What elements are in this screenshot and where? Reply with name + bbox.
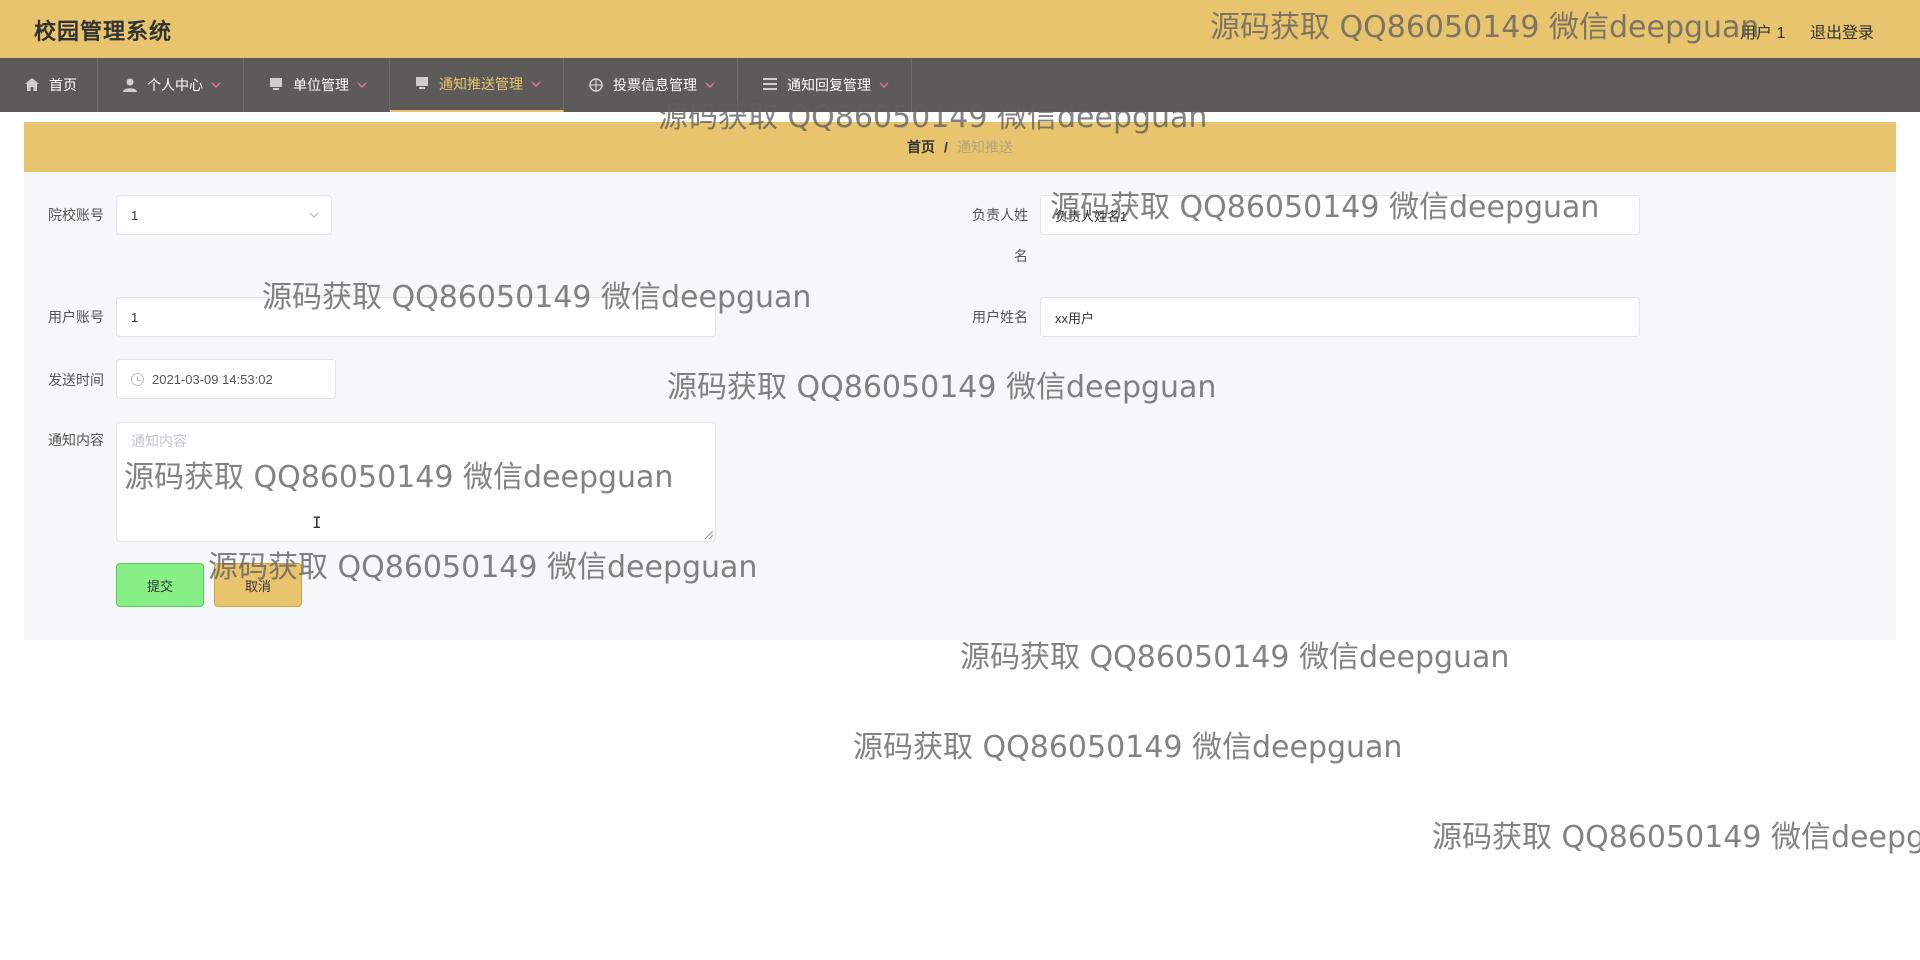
leader-name-label-line1: 负责人姓 [972,207,1028,223]
nav-item-label: 单位管理 [293,77,349,93]
nav-item-label: 通知推送管理 [439,76,523,92]
school-account-value: 1 [131,207,139,223]
user-account-field[interactable]: 1 [116,297,716,337]
nav-item-home[interactable]: 首页 [0,58,98,112]
chevron-down-icon [705,82,715,88]
nav-item-notice-reply-management[interactable]: 通知回复管理 [738,58,912,112]
submit-button[interactable]: 提交 [116,563,204,607]
app-title: 校园管理系统 [34,19,173,44]
nav-item-label: 首页 [49,77,77,93]
nav-item-vote-info-management[interactable]: 投票信息管理 [564,58,738,112]
user-account-value: 1 [131,309,139,325]
cancel-button[interactable]: 取消 [214,563,302,607]
nav-item-label: 通知回复管理 [787,77,871,93]
nav-item-unit-management[interactable]: 单位管理 [244,58,390,112]
send-time-value: 2021-03-09 14:53:02 [152,371,273,387]
main-nav: 首页 个人中心 单位管理 通知推送管理 投票信息管理 通知回复管理 [0,58,1920,112]
school-account-label: 院校账号 [48,207,104,223]
clock-icon [131,372,144,386]
breadcrumb-current: 通知推送 [956,139,1013,155]
user-name-field[interactable]: xx用户 [1040,297,1640,337]
user-account-label: 用户账号 [48,309,104,325]
chevron-down-icon [309,212,319,218]
breadcrumb-home[interactable]: 首页 [907,137,935,157]
target-icon [588,78,604,92]
user-name-label: 用户姓名 [972,309,1028,325]
breadcrumb-separator: / [944,139,948,155]
content-label: 通知内容 [48,432,104,448]
leader-name-label-line2: 名 [1014,248,1028,264]
current-user-label: 用户 1 [1740,25,1786,42]
top-header: 校园管理系统 用户 1 退出登录 [0,0,1920,58]
school-account-select[interactable]: 1 [116,195,332,235]
monitor-icon [414,77,430,91]
home-icon [24,78,40,92]
form-panel [24,172,1896,640]
nav-item-notice-push-management[interactable]: 通知推送管理 [390,58,564,112]
leader-name-value: 负责人姓名1 [1055,208,1128,224]
watermark-text: 源码获取 QQ86050149 微信deepguan [853,730,1403,765]
nav-item-personal-center[interactable]: 个人中心 [98,58,244,112]
content-textarea[interactable]: 通知内容 [116,422,716,542]
resize-handle-icon[interactable] [705,531,713,539]
nav-item-label: 投票信息管理 [613,77,697,93]
leader-name-field[interactable]: 负责人姓名1 [1040,195,1640,235]
content-placeholder: 通知内容 [131,433,187,449]
send-time-label: 发送时间 [48,372,104,388]
nav-item-label: 个人中心 [147,77,203,93]
logout-link[interactable]: 退出登录 [1810,19,1874,43]
list-icon [762,78,778,92]
user-name-value: xx用户 [1055,310,1095,326]
chevron-down-icon [357,82,367,88]
chevron-down-icon [879,82,889,88]
send-time-picker[interactable]: 2021-03-09 14:53:02 [116,359,336,399]
watermark-text: 源码获取 QQ86050149 微信deepgu [1432,820,1920,855]
user-icon [122,78,138,92]
chevron-down-icon [531,81,541,87]
breadcrumb: 首页 / 通知推送 [24,122,1896,172]
text-cursor-icon: I [312,513,322,532]
chevron-down-icon [211,82,221,88]
monitor-icon [268,78,284,92]
